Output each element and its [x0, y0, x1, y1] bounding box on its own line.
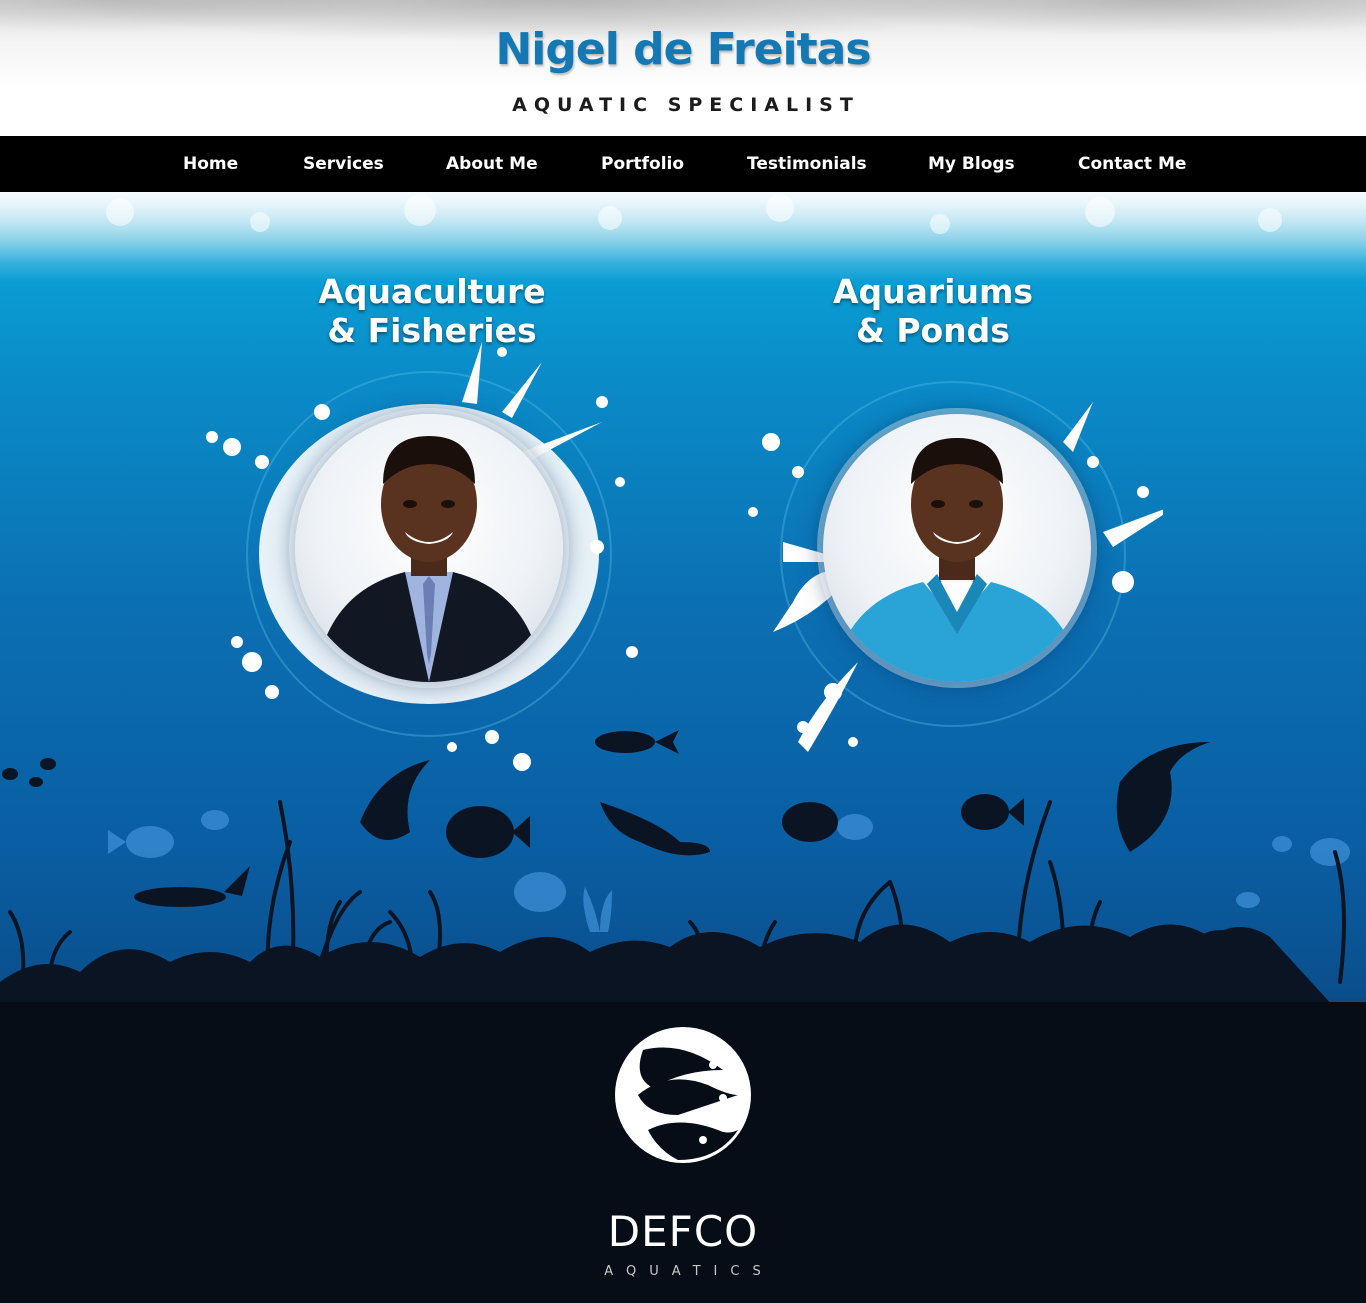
service-title-line1: Aquaculture [318, 272, 546, 311]
service-title-line1: Aquariums [832, 272, 1034, 311]
brand-name: DEFCO [607, 1207, 759, 1256]
service-title-aquariums[interactable]: Aquariums & Ponds [703, 272, 1163, 350]
person-in-polo-icon [833, 438, 1081, 682]
site-title[interactable]: Nigel de Freitas [0, 24, 1366, 75]
nav-item-about-me[interactable]: About Me [446, 136, 538, 192]
service-card-aquariums[interactable]: Aquariums & Ponds [703, 272, 1163, 792]
nav-item-my-blogs[interactable]: My Blogs [928, 136, 1015, 192]
person-in-suit-icon [315, 436, 543, 682]
portrait-suit-photo[interactable] [295, 414, 563, 682]
footer-logo[interactable]: DEFCO AQUATICS [583, 1010, 783, 1290]
main-nav: Home Services About Me Portfolio Testimo… [0, 136, 1366, 192]
service-card-aquaculture[interactable]: Aquaculture & Fisheries [202, 272, 662, 792]
nav-list: Home Services About Me Portfolio Testimo… [0, 136, 1366, 192]
nav-item-home[interactable]: Home [183, 136, 238, 192]
site-tagline: AQUATIC SPECIALIST [512, 94, 860, 116]
site-header: Nigel de Freitas AQUATIC SPECIALIST [0, 0, 1366, 136]
water-surface-foam [0, 192, 1366, 282]
service-title-aquaculture[interactable]: Aquaculture & Fisheries [202, 272, 662, 350]
nav-item-portfolio[interactable]: Portfolio [601, 136, 684, 192]
nav-item-contact-me[interactable]: Contact Me [1078, 136, 1186, 192]
nav-item-testimonials[interactable]: Testimonials [747, 136, 867, 192]
fish-emblem-icon [615, 1027, 751, 1163]
portrait-polo-photo[interactable] [823, 414, 1091, 682]
brand-subtitle: AQUATICS [604, 1264, 774, 1279]
nav-item-services[interactable]: Services [303, 136, 384, 192]
